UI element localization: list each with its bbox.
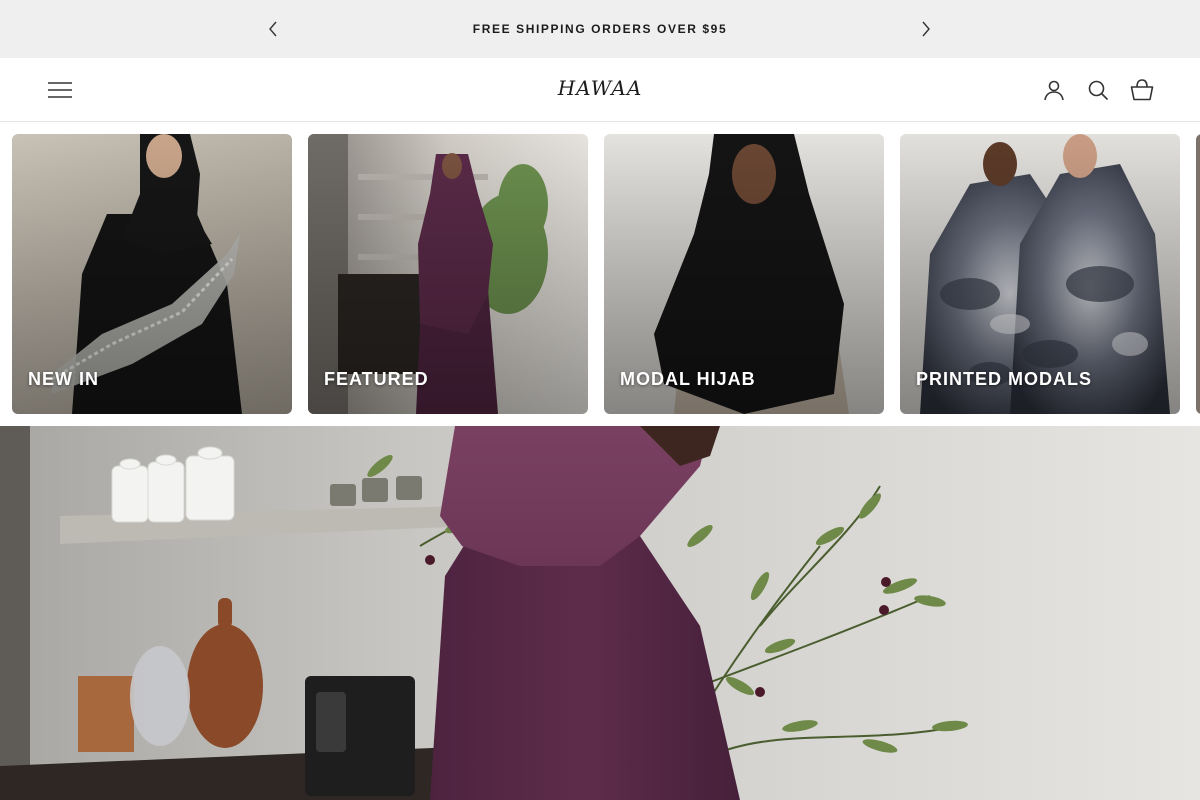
hero-scene	[0, 426, 1200, 800]
hamburger-menu-icon[interactable]	[46, 77, 74, 103]
chevron-right-icon[interactable]	[916, 19, 936, 39]
hero-image[interactable]	[0, 426, 1200, 800]
collection-card-next[interactable]	[1196, 134, 1200, 414]
collection-label: PRINTED MODALS	[916, 369, 1092, 389]
announcement-text[interactable]: FREE SHIPPING ORDERS OVER $95	[473, 22, 727, 36]
announcement-bar: FREE SHIPPING ORDERS OVER $95	[0, 0, 1200, 58]
collections-carousel: NEW IN FEATURED MODAL HIJAB PRINTED MODA…	[0, 134, 1200, 414]
chevron-left-icon[interactable]	[263, 19, 283, 39]
collection-label: MODAL HIJAB	[620, 369, 756, 389]
cart-icon[interactable]	[1130, 78, 1154, 102]
logo[interactable]: HAWAA	[558, 76, 643, 100]
site-header: HAWAA	[0, 58, 1200, 122]
account-icon[interactable]	[1042, 78, 1066, 102]
collection-card-printed-modals[interactable]: PRINTED MODALS	[900, 134, 1180, 414]
collection-label: NEW IN	[28, 369, 99, 389]
collection-label: FEATURED	[324, 369, 429, 389]
collection-card-featured[interactable]: FEATURED	[308, 134, 588, 414]
collection-card-new-in[interactable]: NEW IN	[12, 134, 292, 414]
search-icon[interactable]	[1086, 78, 1110, 102]
collection-card-modal-hijab[interactable]: MODAL HIJAB	[604, 134, 884, 414]
collection-image-next	[1196, 134, 1200, 414]
